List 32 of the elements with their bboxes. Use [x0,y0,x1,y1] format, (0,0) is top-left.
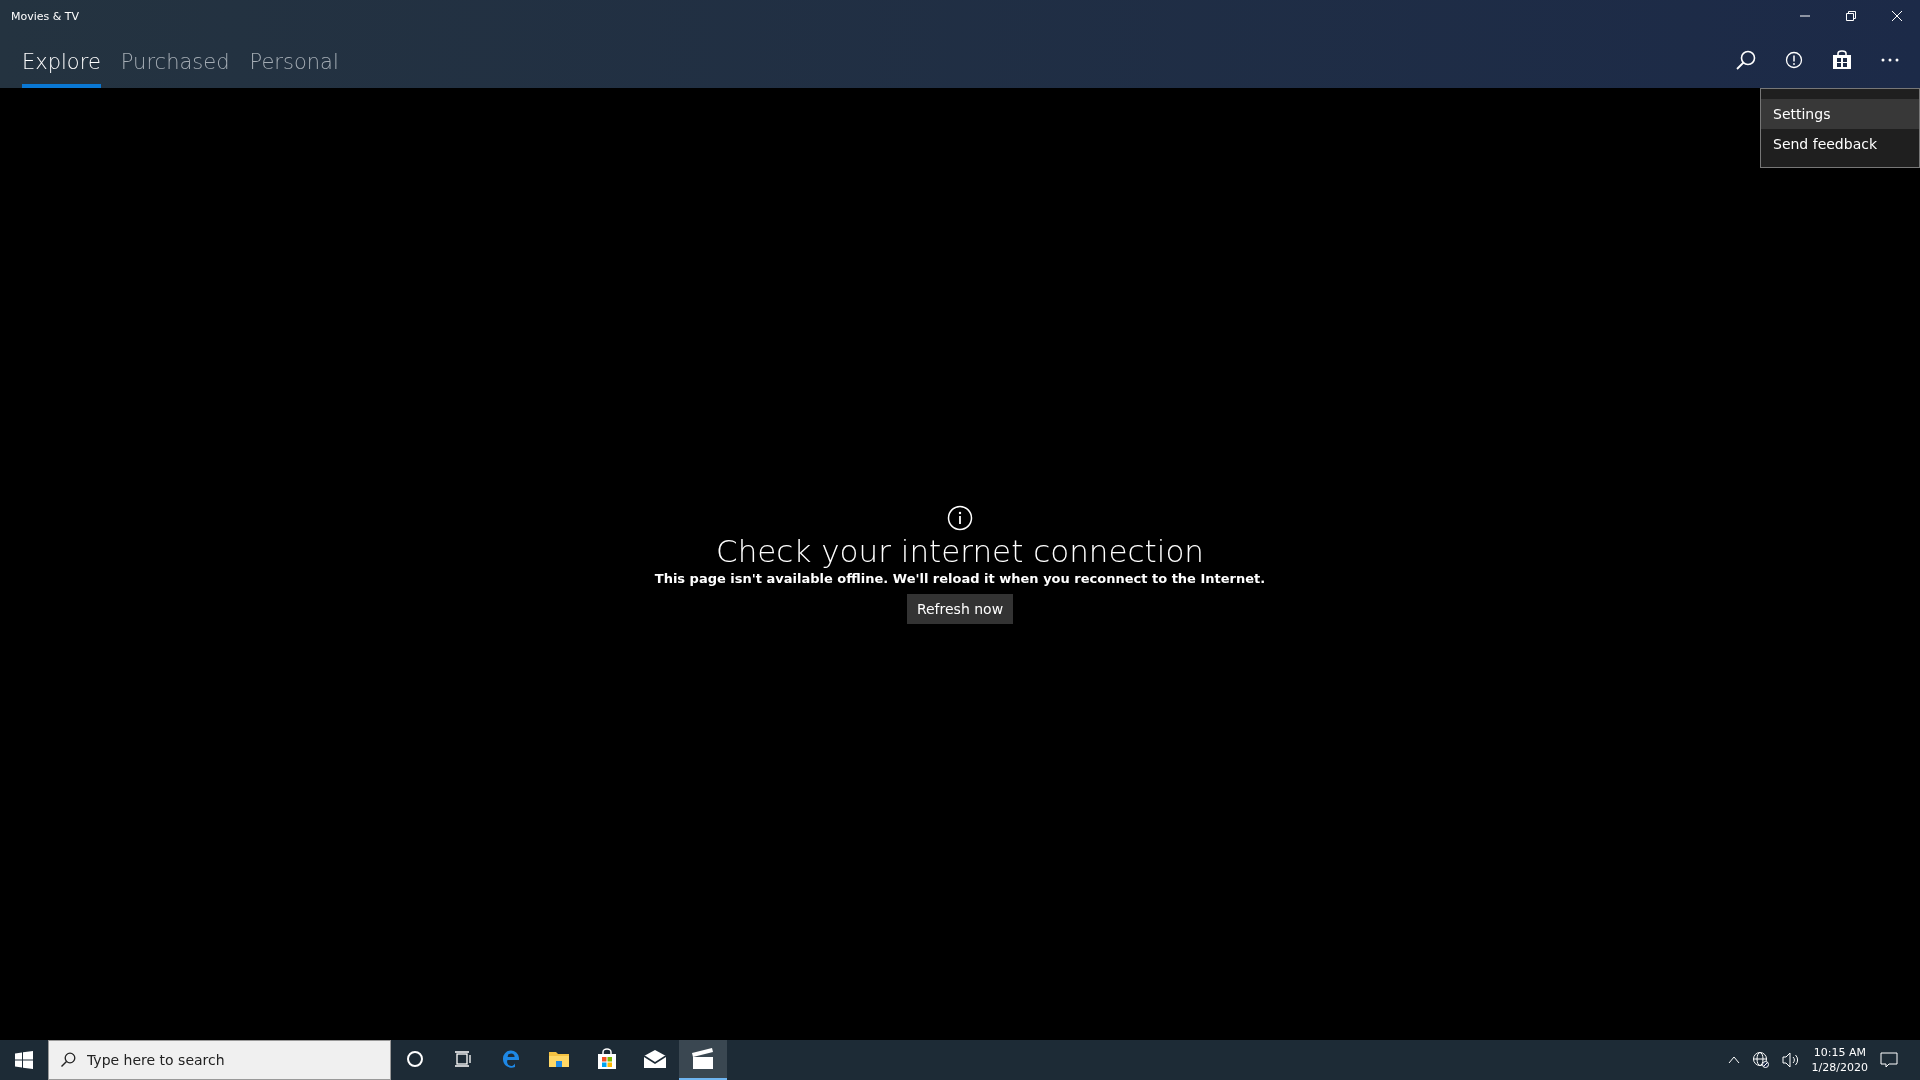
task-view-icon [454,1050,472,1068]
shopping-bag-icon [1832,50,1852,70]
circle-icon [406,1050,424,1068]
browser-icon [500,1048,522,1070]
search-icon [60,1052,76,1068]
menu-item[interactable]: Settings [1761,99,1919,129]
chevron-up-icon[interactable] [1727,1054,1740,1066]
envelope-icon [643,1050,667,1068]
restore-icon [1845,10,1857,22]
more-icon [1880,57,1900,63]
folder-icon [548,1049,570,1069]
taskbar-app[interactable] [679,1040,727,1080]
nav-tab[interactable]: Personal [249,32,339,88]
clock-date[interactable]: 1/28/2020 [1811,1060,1868,1075]
message-title: Check your internet connection [716,532,1204,569]
window-title: Movies & TV [10,9,80,23]
search-field[interactable]: Type here to search [48,1040,391,1080]
close-icon [1891,10,1903,22]
info-icon [947,504,973,531]
nav-tab[interactable]: Purchased [120,32,230,88]
speaker-icon[interactable] [1781,1052,1800,1068]
clock-time[interactable]: 10:15 AM [1813,1045,1866,1060]
menu-item[interactable]: Send feedback [1761,129,1919,159]
message-text: This page isn't available offline. We'll reload it when you reconnect to the Internet. [654,570,1266,586]
clapperboard-icon [691,1048,715,1070]
globe-icon[interactable] [1751,1051,1770,1069]
refresh-button[interactable]: Refresh now [906,593,1014,624]
windows-icon [15,1051,33,1069]
search-icon [1735,49,1757,71]
store-icon [596,1048,618,1070]
exclamation-icon [1785,51,1803,69]
notification-icon[interactable] [1880,1051,1898,1069]
